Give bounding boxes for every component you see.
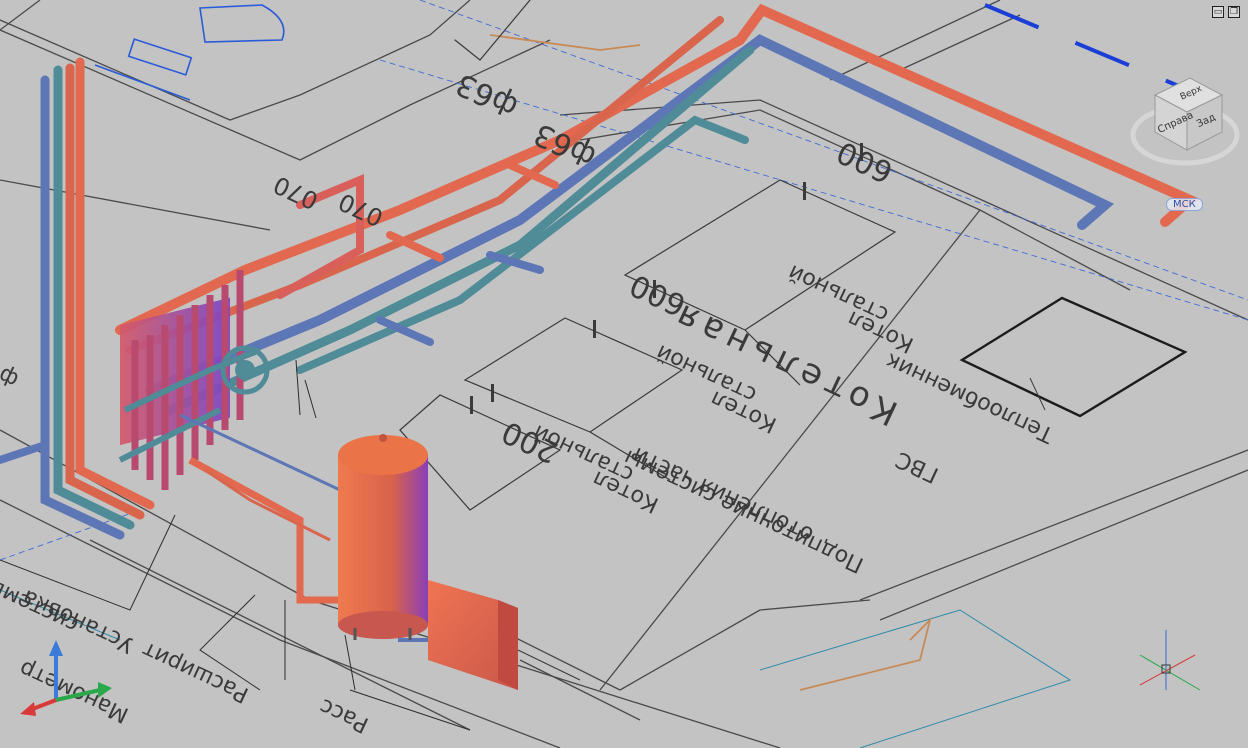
restore-button[interactable]: ❐ — [1228, 6, 1240, 18]
dim-phi: ф — [0, 362, 23, 393]
window-controls: ▭ ❐ — [1212, 6, 1240, 18]
pipes-upper — [115, 0, 1200, 415]
label-bottom-1: Расс — [316, 693, 373, 737]
dim-phi63-a: ф63 — [451, 66, 524, 125]
crosshair-cursor — [1139, 630, 1201, 691]
outer-blue-line — [454, 0, 531, 61]
risers-left — [0, 57, 155, 540]
heat-exchanger-unit — [428, 580, 581, 690]
pipe-model-drawing[interactable]: 600 600 200 ф63 ф63 070 070 ф Котельная … — [0, 0, 1248, 748]
cad-viewport[interactable]: 600 600 200 ф63 ф63 070 070 ф Котельная … — [0, 0, 1248, 748]
minimize-button[interactable]: ▭ — [1212, 6, 1224, 18]
wcs-menu-button[interactable]: МСК — [1166, 198, 1203, 211]
expansion-tank — [338, 434, 428, 640]
dim-070-a: 070 — [269, 170, 322, 215]
label-gvs: ГВС — [892, 446, 942, 487]
sink-fixture — [94, 4, 285, 101]
dim-600-a: 600 — [832, 134, 899, 190]
label-left-4: Манометр — [16, 655, 133, 727]
label-left-3: Расширит — [138, 636, 252, 707]
viewcube[interactable]: Верх Справа Зад — [1130, 77, 1240, 166]
